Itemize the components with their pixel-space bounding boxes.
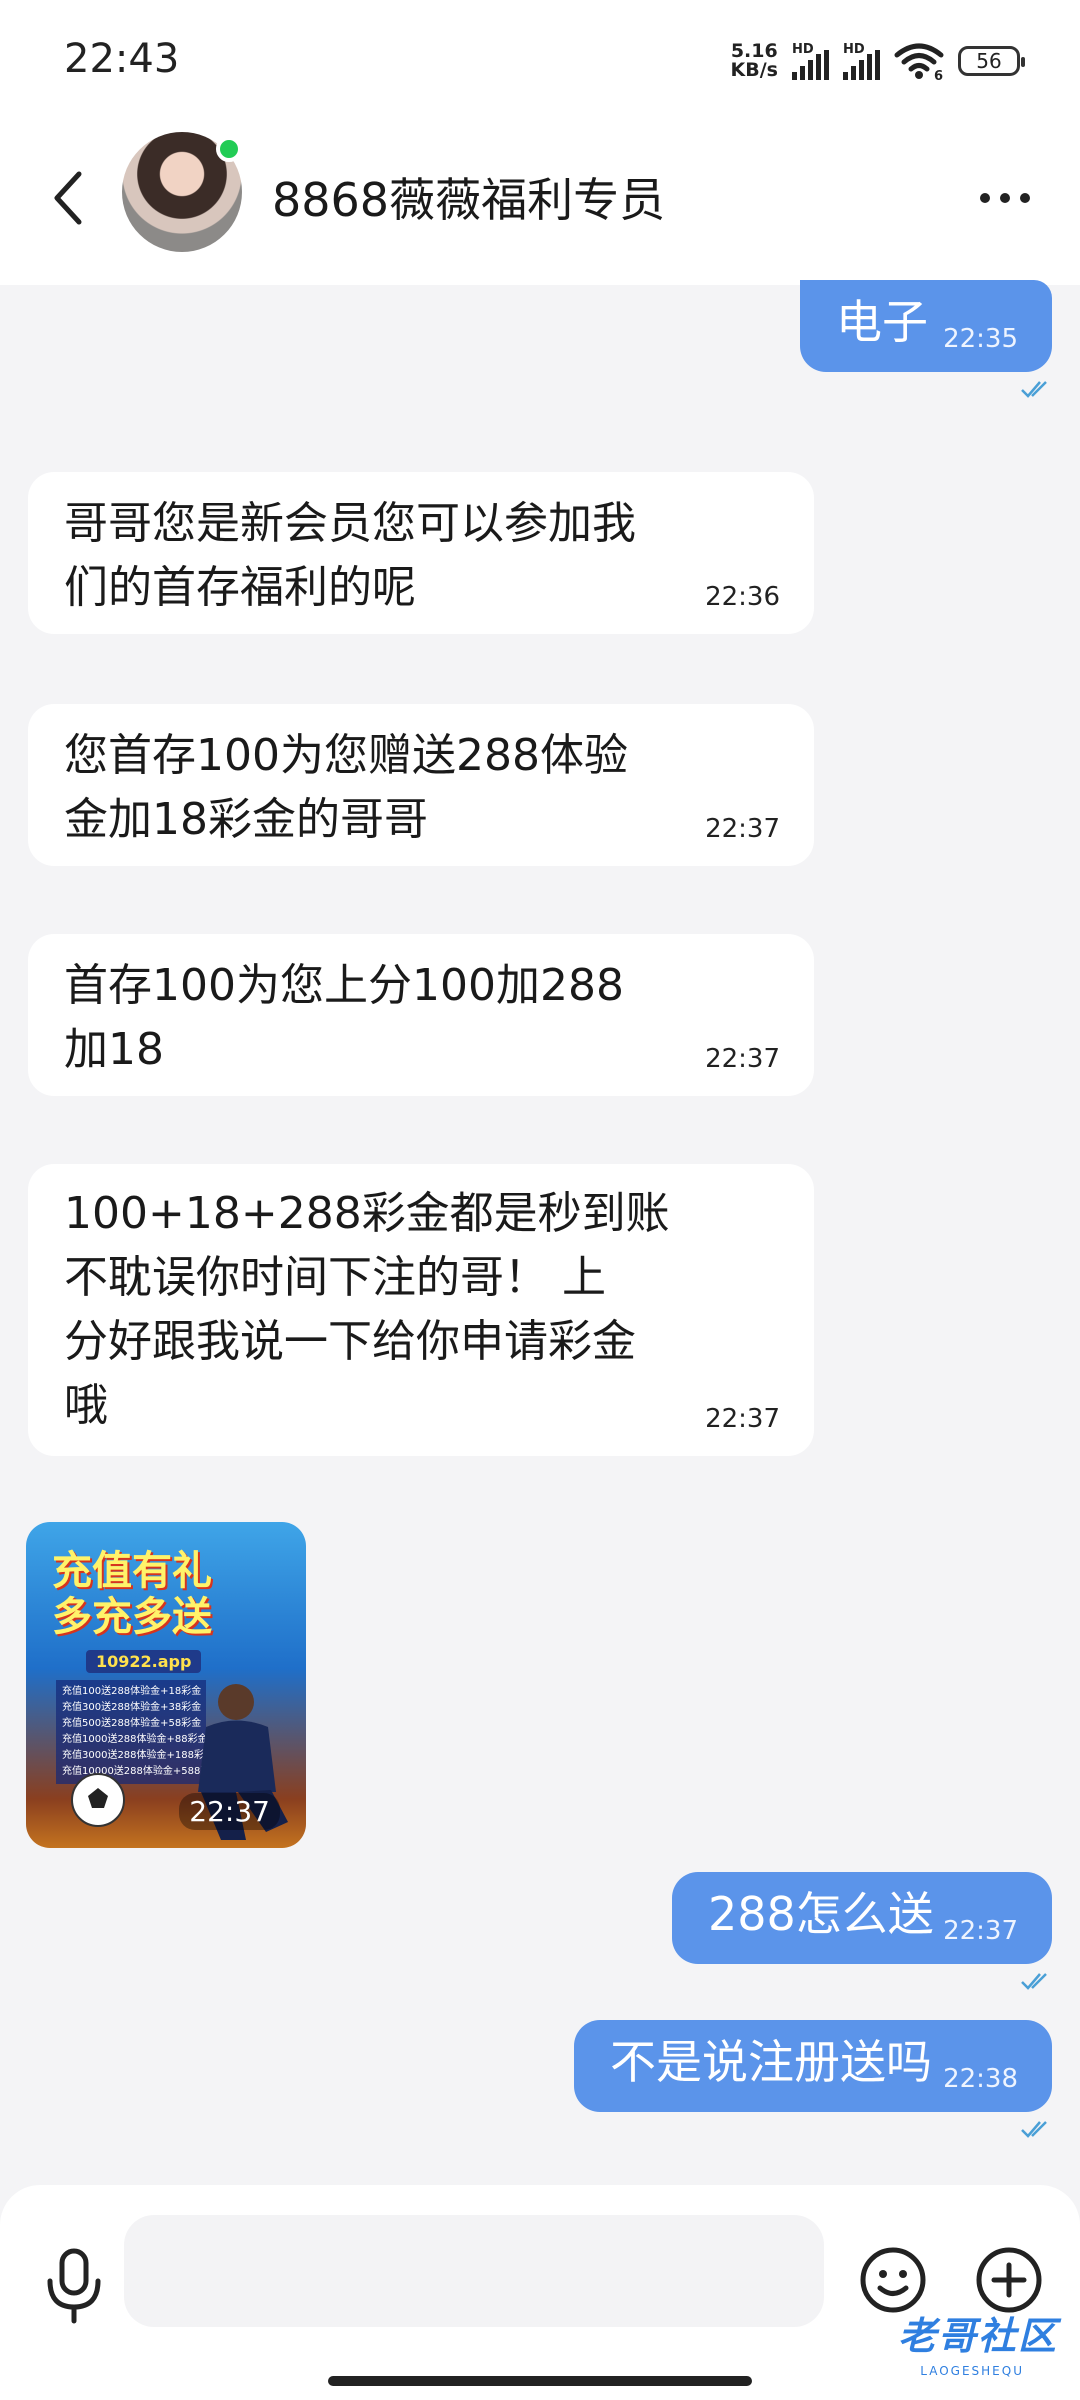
message-line: 哦: [64, 1380, 108, 1431]
promo-title-line: 多充多送: [52, 1594, 212, 1640]
message-input-bar: 老哥社区 LAOGESHEQU: [0, 2185, 1080, 2400]
message-bubble-incoming[interactable]: 您首存100为您赠送288体验 金加18彩金的哥哥 22:37: [28, 704, 814, 866]
image-message[interactable]: 充值有礼 多充多送 10922.app 充值100送288体验金+18彩金 充值…: [26, 1522, 306, 1848]
football-icon: [71, 1773, 125, 1827]
more-dot-icon: [1000, 193, 1010, 203]
signal-icon: HD: [792, 42, 829, 80]
message-line: 首存100为您上分100加288: [64, 960, 624, 1011]
promo-title: 充值有礼 多充多送: [52, 1548, 212, 1640]
promo-domain: 10922.app: [86, 1650, 202, 1673]
message-bubble-incoming[interactable]: 首存100为您上分100加288 加18 22:37: [28, 934, 814, 1096]
message-bubble-outgoing[interactable]: 288怎么送 22:37: [672, 1872, 1052, 1964]
message-text: 您首存100为您赠送288体验 金加18彩金的哥哥: [64, 724, 628, 852]
message-input[interactable]: [124, 2215, 824, 2327]
network-speed: 5.16 KB/s: [731, 42, 778, 80]
chevron-left-icon: [54, 171, 82, 225]
message-text: 电子: [836, 295, 928, 349]
message-line: 分好跟我说一下给你申请彩金: [64, 1316, 636, 1367]
contact-name[interactable]: 8868薇薇福利专员: [272, 164, 665, 230]
message-text: 100+18+288彩金都是秒到账 不耽误你时间下注的哥！ 上 分好跟我说一下给…: [64, 1182, 670, 1438]
watermark-logo: 老哥社区: [897, 2314, 1058, 2358]
more-dot-icon: [1020, 193, 1030, 203]
message-line: 金加18彩金的哥哥: [64, 794, 428, 845]
message-text: 288怎么送: [708, 1887, 934, 1941]
message-line: 哥哥您是新会员您可以参加我: [64, 498, 636, 549]
status-bar: 22:43 5.16 KB/s HD HD 6 56: [0, 0, 1080, 120]
message-bubble-outgoing[interactable]: 电子 22:35: [800, 280, 1052, 372]
message-time: 22:37: [943, 1916, 1018, 1946]
message-bubble-incoming[interactable]: 100+18+288彩金都是秒到账 不耽误你时间下注的哥！ 上 分好跟我说一下给…: [28, 1164, 814, 1456]
message-text: 不是说注册送吗: [610, 2035, 932, 2089]
message-line: 们的首存福利的呢: [64, 562, 416, 613]
message-time: 22:37: [705, 1404, 780, 1434]
more-dot-icon: [980, 193, 990, 203]
message-time: 22:36: [705, 582, 780, 612]
online-status-dot: [216, 136, 242, 162]
avatar[interactable]: [122, 132, 242, 252]
message-time: 22:37: [179, 1793, 280, 1830]
message-time: 22:38: [943, 2064, 1018, 2094]
status-time: 22:43: [64, 36, 180, 82]
more-options-button[interactable]: [970, 176, 1040, 220]
wifi-badge: 6: [934, 69, 943, 81]
message-line: 您首存100为您赠送288体验: [64, 730, 628, 781]
status-icons: 5.16 KB/s HD HD 6 56: [731, 36, 1025, 86]
chat-header: 8868薇薇福利专员: [0, 120, 1080, 285]
message-time: 22:35: [943, 324, 1018, 354]
message-bubble-incoming[interactable]: 哥哥您是新会员您可以参加我 们的首存福利的呢 22:36: [28, 472, 814, 634]
read-receipt-icon: [1021, 381, 1047, 398]
voice-input-button[interactable]: [40, 2245, 108, 2325]
watermark-subtext: LAOGESHEQU: [920, 2364, 1024, 2378]
microphone-icon: [47, 2248, 101, 2324]
wifi-icon: 6: [894, 43, 944, 81]
read-receipt-icon: [1021, 1973, 1047, 1990]
message-line: 加18: [64, 1024, 164, 1075]
signal-icon-2: HD: [843, 42, 880, 80]
message-line: 不耽误你时间下注的哥！ 上: [64, 1252, 606, 1303]
hd-label-2: HD: [843, 42, 865, 57]
promo-title-line: 充值有礼: [52, 1548, 212, 1594]
message-text: 首存100为您上分100加288 加18: [64, 954, 624, 1082]
message-text: 哥哥您是新会员您可以参加我 们的首存福利的呢: [64, 492, 636, 620]
message-time: 22:37: [705, 1044, 780, 1074]
battery-icon: 56: [958, 46, 1025, 76]
hd-label: HD: [792, 42, 814, 57]
network-speed-unit: KB/s: [730, 59, 778, 81]
message-bubble-outgoing[interactable]: 不是说注册送吗 22:38: [574, 2020, 1052, 2112]
message-time: 22:37: [705, 814, 780, 844]
home-indicator[interactable]: [328, 2376, 752, 2386]
back-button[interactable]: [40, 160, 96, 236]
message-line: 100+18+288彩金都是秒到账: [64, 1188, 670, 1239]
read-receipt-icon: [1021, 2121, 1047, 2138]
